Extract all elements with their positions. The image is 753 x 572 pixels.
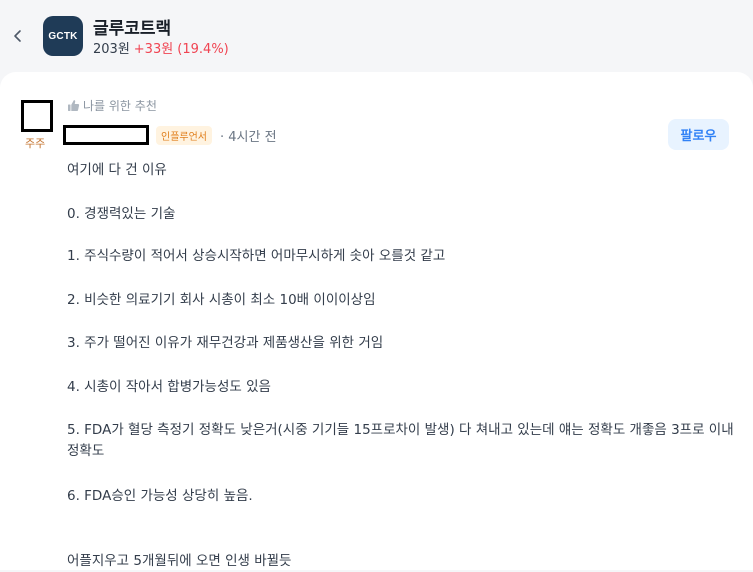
post-line: 6. FDA승인 가능성 상당히 높음. xyxy=(67,488,253,504)
recommendation-text: 나를 위한 추천 xyxy=(83,99,157,113)
post-line: 2. 비슷한 의료기기 회사 시총이 최소 10배 이이이상임 xyxy=(67,292,376,308)
influencer-badge: 인플루언서 xyxy=(156,125,212,145)
stock-name[interactable]: 글루코트랙 xyxy=(93,14,171,39)
post-line: 여기에 다 건 이유 xyxy=(67,162,167,178)
post-card: 주주 나를 위한 추천 인플루언서 · 4시간 전 팔로우 여기에 다 건 이유… xyxy=(0,72,753,570)
back-button[interactable] xyxy=(8,26,28,46)
avatar[interactable] xyxy=(21,100,53,132)
thumbs-up-icon xyxy=(68,100,80,111)
price-change: +33원 (19.4%) xyxy=(133,42,229,57)
post-line: 3. 주가 떨어진 이유가 재무건강과 제품생산을 위한 거임 xyxy=(67,335,384,351)
current-price: 203원 xyxy=(93,42,130,57)
redacted-username[interactable] xyxy=(63,125,149,145)
price-line: 203원 +33원 (19.4%) xyxy=(93,38,229,57)
post-time: · 4시간 전 xyxy=(220,129,277,145)
post-line: 5. FDA가 혈당 측정기 정확도 낮은거(시중 기기들 15프로차이 발생)… xyxy=(67,422,734,459)
stock-logo: GCTK xyxy=(43,16,83,56)
post-line: 어플지우고 5개월뒤에 오면 인생 바뀔듯 xyxy=(67,553,292,569)
post-line: 1. 주식수량이 적어서 상승시작하면 어마무시하게 솟아 오를것 같고 xyxy=(67,248,446,264)
stock-header: GCTK 글루코트랙 203원 +33원 (19.4%) xyxy=(0,0,753,72)
chevron-left-icon xyxy=(14,30,21,42)
post-line: 0. 경쟁력있는 기술 xyxy=(67,206,176,222)
avatar-label: 주주 xyxy=(25,137,46,150)
author-row: 인플루언서 · 4시간 전 xyxy=(63,124,277,146)
follow-button[interactable]: 팔로우 xyxy=(668,119,729,150)
recommendation-label: 나를 위한 추천 xyxy=(67,97,157,114)
post-line: 4. 시총이 작아서 합병가능성도 있음 xyxy=(67,379,271,395)
